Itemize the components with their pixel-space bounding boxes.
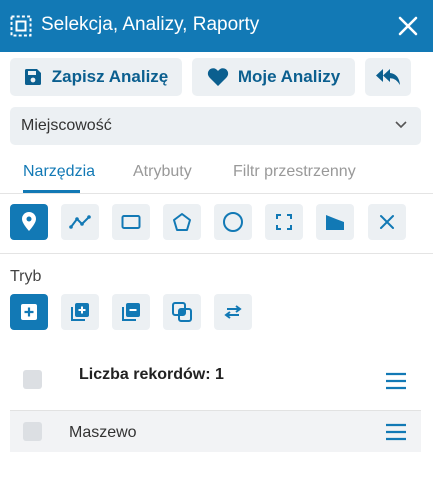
tab-spatial-filter[interactable]: Filtr przestrzenny (233, 163, 356, 181)
new-selection-icon (21, 304, 37, 320)
rectangle-icon (121, 215, 141, 229)
tool-rectangle-button[interactable] (112, 204, 150, 240)
mode-label: Tryb (10, 268, 42, 285)
tool-polyline-button[interactable] (61, 204, 99, 240)
floppy-disk-icon (24, 69, 41, 85)
layer-select[interactable]: Miejscowość (10, 107, 421, 145)
extent-icon (276, 214, 292, 230)
tab-bar: Narzędzia Atrybuty Filtr przestrzenny (0, 152, 433, 194)
select-all-checkbox[interactable] (23, 370, 42, 389)
freehand-shape-icon (326, 215, 344, 230)
mode-add-button[interactable] (61, 294, 99, 330)
tool-clear-button[interactable] (368, 204, 406, 240)
swap-selection-icon (224, 305, 242, 319)
item-name: Maszewo (69, 424, 137, 441)
tool-freehand-button[interactable] (316, 204, 354, 240)
drawing-tools (0, 194, 433, 254)
clear-icon (380, 215, 394, 229)
mode-intersect-button[interactable] (163, 294, 201, 330)
chevron-down-icon (395, 121, 407, 129)
polygon-icon (173, 213, 191, 231)
tool-extent-button[interactable] (265, 204, 303, 240)
my-analyses-label: Moje Analizy (237, 67, 341, 86)
reply-all-icon (376, 69, 400, 85)
remove-from-selection-icon (122, 303, 140, 321)
mode-new-selection-button[interactable] (10, 294, 48, 330)
tab-attributes[interactable]: Atrybuty (133, 163, 192, 181)
close-icon[interactable] (397, 15, 419, 37)
save-analysis-button[interactable]: Zapisz Analizę (10, 58, 182, 96)
hamburger-menu-icon[interactable] (385, 372, 407, 390)
mode-swap-button[interactable] (214, 294, 252, 330)
window-titlebar: Selekcja, Analizy, Raporty (0, 0, 433, 52)
results-header: Liczba rekordów: 1 (0, 353, 433, 410)
item-checkbox[interactable] (23, 422, 42, 441)
tool-circle-button[interactable] (214, 204, 252, 240)
point-marker-icon (22, 212, 36, 231)
panel-title: Selekcja, Analizy, Raporty (41, 14, 260, 35)
tool-polygon-button[interactable] (163, 204, 201, 240)
add-to-selection-icon (71, 303, 89, 321)
back-button[interactable] (365, 58, 411, 96)
mode-remove-button[interactable] (112, 294, 150, 330)
polyline-icon (69, 215, 91, 229)
selection-icon (10, 15, 32, 37)
list-item[interactable]: Maszewo (10, 410, 421, 452)
tool-point-button[interactable] (10, 204, 48, 240)
hamburger-menu-icon[interactable] (385, 423, 407, 441)
tab-tools[interactable]: Narzędzia (23, 163, 95, 181)
record-count: Liczba rekordów: 1 (79, 366, 224, 383)
my-analyses-button[interactable]: Moje Analizy (192, 58, 355, 96)
heart-icon (207, 68, 229, 86)
save-analysis-label: Zapisz Analizę (51, 67, 169, 86)
active-tab-indicator (23, 190, 80, 193)
circle-icon (223, 212, 243, 232)
intersect-selection-icon (172, 302, 192, 322)
layer-select-value: Miejscowość (21, 117, 112, 134)
